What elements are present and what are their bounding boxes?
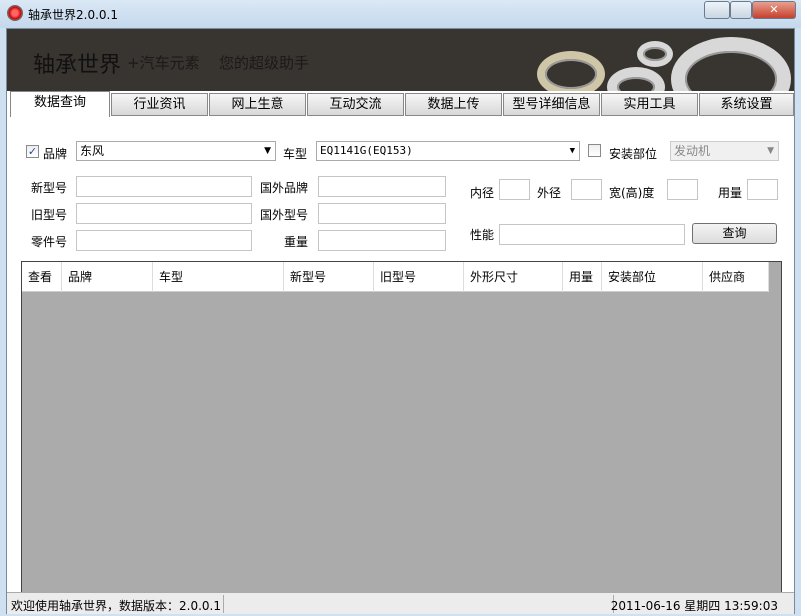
status-bar: 欢迎使用轴承世界，数据版本：2.0.0.1 2011-06-16 星期四 13:… (7, 592, 794, 614)
bearing-image (537, 51, 605, 91)
model-label: 车型 (283, 147, 308, 161)
banner-tagline: +汽车元素 (127, 54, 200, 72)
column-header[interactable]: 安装部位 (602, 262, 703, 292)
chevron-down-icon: ▼ (264, 146, 271, 156)
tab-online-business[interactable]: 网上生意 (209, 93, 306, 116)
new-model-input[interactable] (76, 176, 252, 197)
tab-tools[interactable]: 实用工具 (601, 93, 698, 116)
brand-checkbox[interactable]: ✓ (26, 145, 39, 158)
foreign-model-label: 国外型号 (260, 208, 309, 222)
main-window: 轴承世界 +汽车元素 您的超级助手 数据查询 行业资讯 网上生意 互动交流 数据… (6, 28, 795, 614)
position-select[interactable]: 发动机 ▼ (670, 141, 779, 161)
grid-header: 查看 品牌 车型 新型号 旧型号 外形尺寸 用量 安装部位 供应商 (22, 262, 769, 292)
brand-value: 东风 (80, 144, 105, 158)
brand-select[interactable]: 东风 ▼ (76, 141, 276, 161)
chevron-down-icon: ▼ (569, 146, 575, 156)
bearing-image (607, 67, 665, 91)
width-label: 宽(高)度 (609, 186, 655, 200)
foreign-brand-input[interactable] (318, 176, 446, 197)
tab-model-details[interactable]: 型号详细信息 (503, 93, 600, 116)
outer-diameter-input[interactable] (571, 179, 602, 200)
status-message: 欢迎使用轴承世界，数据版本：2.0.0.1 (11, 599, 221, 613)
maximize-button[interactable] (730, 1, 752, 19)
title-bar: 轴承世界2.0.0.1 ✕ (0, 0, 801, 28)
outer-diameter-label: 外径 (537, 186, 562, 200)
position-label: 安装部位 (609, 147, 658, 161)
banner-slogan: 您的超级助手 (219, 54, 310, 72)
inner-diameter-label: 内径 (470, 186, 495, 200)
divider (223, 595, 224, 613)
column-header[interactable]: 外形尺寸 (464, 262, 563, 292)
new-model-label: 新型号 (31, 181, 68, 195)
banner: 轴承世界 +汽车元素 您的超级助手 (7, 29, 794, 91)
performance-label: 性能 (470, 228, 495, 242)
foreign-model-input[interactable] (318, 203, 446, 224)
tab-settings[interactable]: 系统设置 (699, 93, 794, 116)
status-datetime: 2011-06-16 星期四 13:59:03 (610, 599, 778, 613)
position-checkbox[interactable] (588, 144, 601, 157)
tab-data-upload[interactable]: 数据上传 (405, 93, 502, 116)
width-input[interactable] (667, 179, 698, 200)
column-header[interactable]: 车型 (153, 262, 284, 292)
tab-industry-news[interactable]: 行业资讯 (111, 93, 208, 116)
part-no-label: 零件号 (31, 235, 68, 249)
chevron-down-icon: ▼ (767, 146, 774, 156)
position-value: 发动机 (674, 144, 711, 158)
model-select[interactable]: EQ1141G(EQ153) ▼ (316, 141, 580, 161)
weight-label: 重量 (284, 235, 309, 249)
app-icon (7, 5, 23, 21)
column-header[interactable]: 品牌 (62, 262, 153, 292)
column-header[interactable]: 查看 (22, 262, 62, 292)
tab-interaction[interactable]: 互动交流 (307, 93, 404, 116)
column-header[interactable]: 用量 (563, 262, 602, 292)
inner-diameter-input[interactable] (499, 179, 530, 200)
window-title: 轴承世界2.0.0.1 (28, 8, 118, 22)
bearing-image (671, 37, 791, 91)
foreign-brand-label: 国外品牌 (260, 181, 309, 195)
tab-bar: 数据查询 行业资讯 网上生意 互动交流 数据上传 型号详细信息 实用工具 系统设… (7, 91, 794, 117)
bearing-image (637, 41, 673, 67)
part-no-input[interactable] (76, 230, 252, 251)
old-model-input[interactable] (76, 203, 252, 224)
usage-label: 用量 (718, 186, 743, 200)
tab-data-query[interactable]: 数据查询 (10, 91, 110, 117)
results-grid: 查看 品牌 车型 新型号 旧型号 外形尺寸 用量 安装部位 供应商 (21, 261, 782, 597)
old-model-label: 旧型号 (31, 208, 68, 222)
model-value: EQ1141G(EQ153) (320, 144, 413, 157)
minimize-button[interactable] (704, 1, 730, 19)
query-button[interactable]: 查询 (692, 223, 777, 244)
banner-title: 轴承世界 (33, 53, 122, 78)
weight-input[interactable] (318, 230, 446, 251)
column-header[interactable]: 旧型号 (374, 262, 464, 292)
brand-label: 品牌 (43, 147, 68, 161)
performance-input[interactable] (499, 224, 685, 245)
column-header[interactable]: 供应商 (703, 262, 769, 292)
close-button[interactable]: ✕ (752, 1, 796, 19)
usage-input[interactable] (747, 179, 778, 200)
column-header[interactable]: 新型号 (284, 262, 374, 292)
